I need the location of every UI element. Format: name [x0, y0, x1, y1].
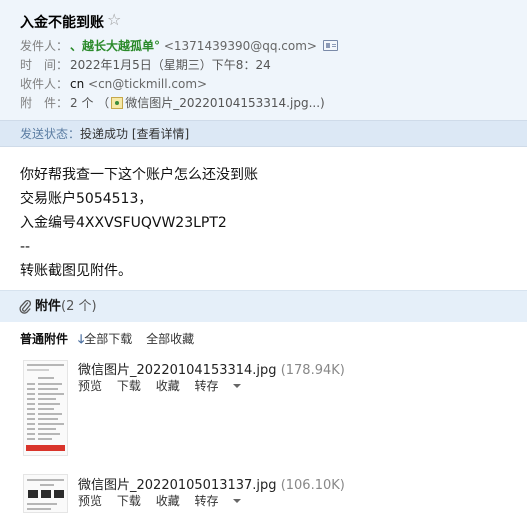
body-line: 转账截图见附件。: [20, 263, 132, 279]
to-row: 收件人： cn <cn@tickmill.com>: [20, 75, 207, 93]
file-size: (178.94K): [280, 363, 345, 378]
body-line: 入金编号4XXVSFUQVW23LPT2: [20, 215, 227, 231]
chevron-down-icon: [232, 499, 241, 503]
download-link[interactable]: 下载: [117, 494, 141, 508]
sender-name[interactable]: 、越长大越孤单°: [70, 39, 160, 53]
status-label: 发送状态：: [20, 127, 81, 141]
image-file-icon: [111, 97, 124, 109]
attachments-header: 附件(2 个): [0, 290, 527, 322]
download-link[interactable]: 下载: [117, 379, 141, 393]
chevron-down-icon: [232, 384, 241, 388]
body-line: 交易账户5054513，: [20, 191, 153, 207]
download-all-link[interactable]: 全部下载: [84, 332, 132, 346]
attachments-title-text: 附件: [35, 299, 62, 314]
sender-address[interactable]: <1371439390@qq.com>: [164, 39, 317, 53]
to-label: 收件人：: [20, 77, 69, 91]
collect-link[interactable]: 收藏: [156, 379, 180, 393]
attachment-thumbnail[interactable]: [23, 360, 68, 456]
file-name-text[interactable]: 微信图片_20220105013137.jpg: [78, 478, 277, 493]
body-line: 你好帮我查一下这个账户怎么还没到账: [20, 167, 258, 183]
attachments-title: 附件(2 个): [35, 298, 97, 316]
email-body: 你好帮我查一下这个账户怎么还没到账 交易账户5054513， 入金编号4XXVS…: [20, 165, 258, 285]
attachment-preview-link[interactable]: 微信图片_20220104153314.jpg...): [125, 96, 324, 110]
body-line: --: [20, 239, 31, 255]
attachment-preview-paren: （: [97, 96, 110, 110]
view-details-link[interactable]: [查看详情]: [132, 127, 189, 141]
file-name-text[interactable]: 微信图片_20220104153314.jpg: [78, 363, 277, 378]
from-row: 发件人： 、越长大越孤单° <1371439390@qq.com>: [20, 37, 338, 55]
save-to-dropdown[interactable]: 转存: [195, 379, 241, 393]
time-label: 时 间：: [20, 58, 69, 72]
star-icon[interactable]: ☆: [107, 10, 121, 29]
attachment-file-name[interactable]: 微信图片_20220104153314.jpg (178.94K): [78, 359, 345, 378]
contact-card-icon[interactable]: [322, 40, 338, 51]
collect-all-link[interactable]: 全部收藏: [146, 332, 194, 346]
file-size: (106.10K): [280, 478, 345, 493]
attachment-label: 附 件：: [20, 96, 69, 110]
collect-link[interactable]: 收藏: [156, 494, 180, 508]
save-to-label: 转存: [194, 379, 219, 393]
attachment-actions: 预览 下载 收藏 转存: [78, 377, 252, 394]
status-value: 投递成功: [80, 127, 129, 141]
recipient-address[interactable]: <cn@tickmill.com>: [88, 77, 207, 91]
preview-link[interactable]: 预览: [78, 494, 102, 508]
paperclip-icon: [19, 299, 32, 318]
email-subject: 入金不能到账: [20, 15, 104, 31]
attachment-count: 2 个: [70, 96, 94, 110]
attachment-toolbar: 普通附件 🡓全部下载 全部收藏: [20, 330, 194, 348]
time-row: 时 间： 2022年1月5日（星期三）下午8：24: [20, 56, 271, 74]
attachment-actions: 预览 下载 收藏 转存: [78, 492, 252, 509]
attachment-thumbnail[interactable]: [23, 474, 68, 513]
time-value: 2022年1月5日（星期三）下午8：24: [70, 58, 271, 72]
preview-link[interactable]: 预览: [78, 379, 102, 393]
attachments-count: (2 个): [61, 299, 97, 314]
recipient-name[interactable]: cn: [70, 77, 84, 91]
attachment-summary-row: 附 件： 2 个 （ 微信图片_20220104153314.jpg...): [20, 94, 325, 112]
mail-header: 入金不能到账 ☆ 发件人： 、越长大越孤单° <1371439390@qq.com…: [0, 0, 527, 147]
save-to-label: 转存: [194, 494, 219, 508]
from-label: 发件人：: [20, 39, 69, 53]
save-to-dropdown[interactable]: 转存: [195, 494, 241, 508]
attachment-file-name[interactable]: 微信图片_20220105013137.jpg (106.10K): [78, 474, 345, 493]
attachment-kind-label: 普通附件: [20, 332, 69, 346]
send-status-bar: 发送状态：投递成功 [查看详情]: [0, 120, 527, 147]
